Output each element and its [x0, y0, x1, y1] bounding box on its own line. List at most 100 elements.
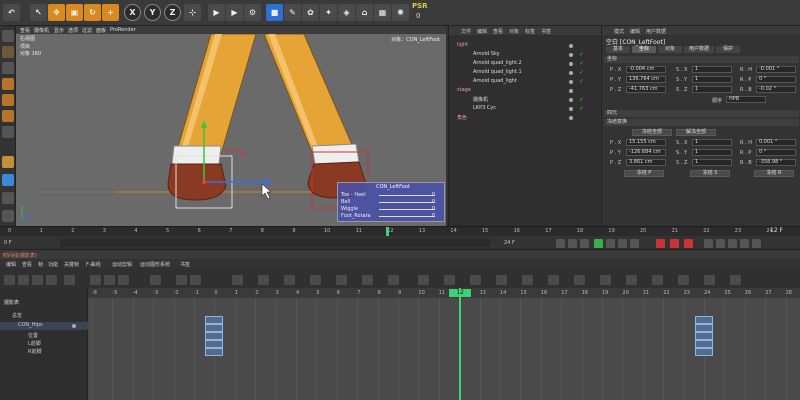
keyframe[interactable] [695, 332, 713, 340]
keyframe[interactable] [205, 324, 224, 332]
om-item-light[interactable]: light [449, 42, 601, 50]
tab-coordinates[interactable]: 坐标 [632, 46, 656, 53]
cube-icon[interactable]: ■ [266, 4, 283, 21]
magnet-icon[interactable] [2, 174, 14, 186]
dopesheet-tool-icon[interactable] [18, 275, 29, 285]
om-menu-tags[interactable]: 标签 [525, 28, 535, 35]
viewport-menu-view[interactable]: 查看 [20, 27, 30, 34]
play-icon[interactable] [594, 239, 603, 248]
dopesheet-tool-icon[interactable] [64, 275, 75, 285]
dopesheet-tool-icon[interactable] [522, 275, 533, 285]
frozen-scale-z-field[interactable]: 1 [692, 159, 732, 166]
frozen-scale-y-field[interactable]: 1 [692, 149, 732, 156]
viewport-menu-camera[interactable]: 摄像机 [34, 27, 49, 34]
ds-menu-frame[interactable]: 帧 [38, 261, 43, 268]
key-selection-icon[interactable] [684, 239, 693, 248]
rot-b-field[interactable]: -0.02 ° [756, 86, 796, 93]
unfreeze-all-button[interactable]: 解冻全部 [676, 129, 716, 136]
pos-x-field[interactable]: -0.004 cm [626, 66, 666, 73]
prev-frame-icon[interactable] [580, 239, 589, 248]
tree-item-l-foot[interactable]: L前脚 [0, 340, 88, 348]
texture-mode-icon[interactable] [2, 46, 14, 58]
preview-range-bar[interactable] [60, 239, 490, 247]
timeline-ruler[interactable]: 0 1 2 3 4 5 6 7 8 9 10 11 12 13 14 15 16 17 18 19 20 21 22 23 24 [0, 226, 800, 237]
axis-x-button[interactable]: X [124, 4, 141, 21]
render-picture-icon[interactable]: ▶ [226, 4, 243, 21]
next-frame-icon[interactable] [606, 239, 615, 248]
subdivision-icon[interactable]: ✿ [302, 4, 319, 21]
frozen-rot-p-field[interactable]: 0 ° [756, 149, 796, 156]
dopesheet-tool-icon[interactable] [678, 275, 689, 285]
tab-user-data[interactable]: 用户数据 [684, 46, 714, 53]
ds-menu-view[interactable]: 查看 [22, 261, 32, 268]
dopesheet-tool-icon[interactable] [232, 275, 243, 285]
section-freeze[interactable]: 冻结变换 [604, 119, 799, 126]
dopesheet-tool-icon[interactable] [730, 275, 741, 285]
om-item-cyc[interactable]: LKP3 Cyc ✓ [449, 105, 601, 113]
om-menu-bookmarks[interactable]: 书签 [541, 28, 551, 35]
scale-y-field[interactable]: 1 [692, 76, 732, 83]
control-row-wiggle[interactable]: Wiggle 0 [341, 206, 441, 213]
cloner-icon[interactable]: ✦ [320, 4, 337, 21]
points-mode-icon[interactable] [2, 78, 14, 90]
light-icon[interactable]: ✺ [392, 4, 409, 21]
edges-mode-icon[interactable] [2, 94, 14, 106]
key-position-icon[interactable] [704, 239, 713, 248]
control-row-foot-rotate[interactable]: Foot_Rotate 0 [341, 213, 441, 220]
deformer-icon[interactable]: ◈ [338, 4, 355, 21]
start-frame[interactable]: 0 F [4, 240, 12, 246]
add-icon[interactable]: + [102, 4, 119, 21]
om-menu-file[interactable]: 文件 [461, 28, 471, 35]
coordinate-system-icon[interactable]: ⊹ [184, 4, 201, 21]
key-pla-icon[interactable] [752, 239, 761, 248]
goto-end-icon[interactable] [630, 239, 639, 248]
dopesheet-tool-icon[interactable] [284, 275, 295, 285]
dopesheet-tool-icon[interactable] [496, 275, 507, 285]
section-coordinates[interactable]: 坐标 [604, 56, 799, 63]
rot-h-field[interactable]: -0.001 ° [756, 66, 796, 73]
move-icon[interactable]: ✥ [48, 4, 65, 21]
dopesheet-tool-icon[interactable] [90, 275, 101, 285]
freeze-s-button[interactable]: 冻结 S [690, 170, 730, 177]
om-item-quad-light-1[interactable]: Arnold quad_light.1 ✓ [449, 69, 601, 77]
keyframe[interactable] [205, 340, 224, 348]
keyframe[interactable] [205, 348, 224, 356]
om-menu-edit[interactable]: 编辑 [477, 28, 487, 35]
snap-icon[interactable] [2, 156, 14, 168]
pos-y-field[interactable]: 136.764 cm [626, 76, 666, 83]
axis-mode-icon[interactable] [2, 126, 14, 138]
auto-key-icon[interactable] [670, 239, 679, 248]
render-settings-icon[interactable]: ⚙ [244, 4, 261, 21]
order-select[interactable]: HPB [726, 96, 766, 103]
rot-p-field[interactable]: 0 ° [756, 76, 796, 83]
am-menu-user-data[interactable]: 用户数据 [646, 28, 666, 35]
ds-menu-fcurve[interactable]: F-曲线 [86, 261, 101, 268]
dopesheet-tool-icon[interactable] [444, 275, 455, 285]
viewport-menu-options[interactable]: 选项 [68, 27, 78, 34]
camera-icon[interactable]: ▦ [374, 4, 391, 21]
frozen-scale-x-field[interactable]: 1 [692, 139, 732, 146]
om-menu-object[interactable]: 对象 [509, 28, 519, 35]
dollar-icon[interactable] [2, 192, 14, 204]
keyframe[interactable] [695, 340, 713, 348]
ds-menu-bookmarks[interactable]: 书签 [180, 261, 190, 268]
keyframe[interactable] [205, 332, 224, 340]
rotate-icon[interactable]: ↻ [84, 4, 101, 21]
om-item-stage[interactable]: stage [449, 87, 601, 95]
ds-menu-edit[interactable]: 编辑 [6, 261, 16, 268]
tree-item-r-foot[interactable]: R前脚 [0, 348, 88, 356]
ds-menu-function[interactable]: 功能 [48, 261, 58, 268]
dopesheet-playhead[interactable] [459, 288, 462, 400]
control-row-ball[interactable]: Ball 0 [341, 199, 441, 206]
dopesheet-tool-icon[interactable] [46, 275, 57, 285]
dopesheet-tool-icon[interactable] [310, 275, 321, 285]
frozen-rot-b-field[interactable]: -358.98 ° [756, 159, 796, 166]
dopesheet-tool-icon[interactable] [652, 275, 663, 285]
keyframe[interactable] [205, 316, 224, 324]
live-select-icon[interactable]: ↖ [30, 4, 47, 21]
am-menu-edit[interactable]: 编辑 [630, 28, 640, 35]
dopesheet-tool-icon[interactable] [548, 275, 559, 285]
goto-start-icon[interactable] [556, 239, 565, 248]
render-view-icon[interactable]: ▶ [208, 4, 225, 21]
om-item-quad-light[interactable]: Arnold quad_light ✓ [449, 78, 601, 86]
